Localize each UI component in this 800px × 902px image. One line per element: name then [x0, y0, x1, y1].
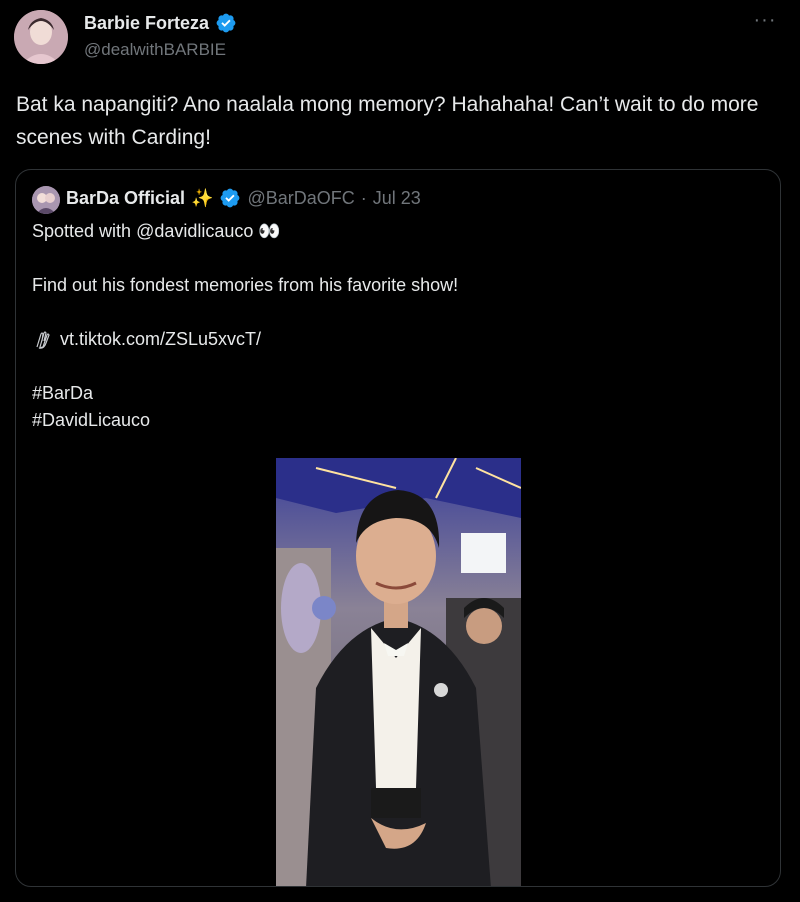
quoted-link-line: vt.tiktok.com/ZSLu5xvcT/ — [32, 326, 752, 353]
quoted-header: BarDa Official ✨ @BarDaOFC · Jul 23 — [66, 187, 421, 209]
quoted-text: Spotted with @davidlicauco 👀 Find out hi… — [32, 218, 752, 434]
quoted-date: Jul 23 — [372, 187, 421, 208]
author-avatar[interactable] — [14, 10, 68, 64]
quoted-author-avatar — [32, 186, 60, 214]
quoted-author-handle: @BarDaOFC — [247, 187, 355, 208]
tweet-text: Bat ka napangiti? Ano naalala mong memor… — [16, 93, 759, 149]
author-name[interactable]: Barbie Forteza — [84, 13, 209, 34]
author-name-row[interactable]: Barbie Forteza — [84, 12, 237, 34]
hashtag-barda[interactable]: #BarDa — [32, 380, 752, 407]
quoted-line-description: Find out his fondest memories from his f… — [32, 275, 459, 295]
verified-badge-icon — [221, 188, 240, 208]
tiktok-link[interactable]: vt.tiktok.com/ZSLu5xvcT/ — [60, 326, 261, 353]
more-horizontal-icon: ··· — [753, 9, 777, 31]
sparkle-emoji-icon: ✨ — [191, 187, 214, 208]
author-handle[interactable]: @dealwithBARBIE — [84, 40, 226, 60]
hashtag-davidlicauco[interactable]: #DavidLicauco — [32, 407, 752, 434]
quoted-line-mention: Spotted with @davidlicauco 👀 — [32, 221, 281, 241]
quoted-video-media[interactable] — [276, 458, 521, 886]
more-options-button[interactable]: ··· — [750, 10, 780, 34]
separator-dot: · — [360, 187, 367, 208]
clapping-hands-emoji-icon — [36, 330, 50, 349]
quoted-tweet[interactable]: BarDa Official ✨ @BarDaOFC · Jul 23 Spot… — [15, 169, 781, 887]
verified-badge-icon — [216, 13, 236, 33]
quoted-author-name: BarDa Official — [66, 187, 186, 208]
